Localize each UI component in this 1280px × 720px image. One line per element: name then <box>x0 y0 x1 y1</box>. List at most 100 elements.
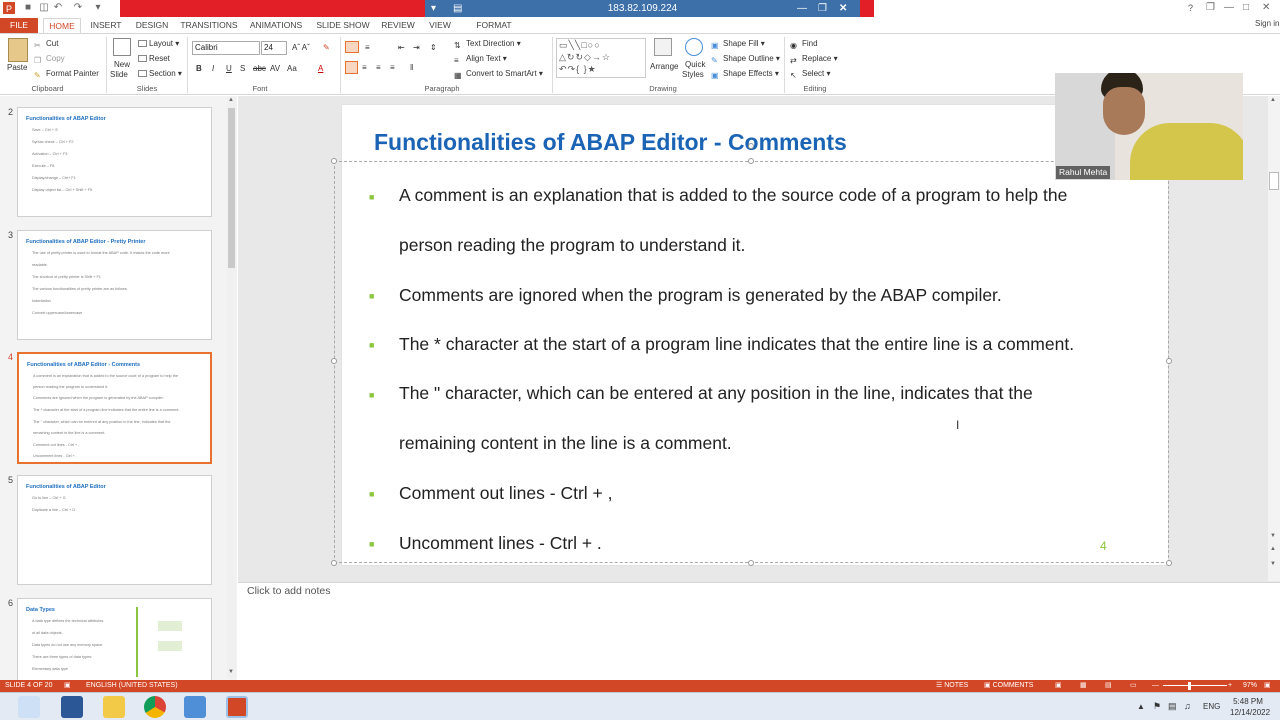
shape-outline-button[interactable]: ✎ Shape Outline ▾ <box>711 52 780 65</box>
align-left-icon[interactable] <box>345 61 358 74</box>
fit-slide-icon[interactable]: ▣ <box>1264 680 1271 692</box>
restore-remote-icon[interactable]: ❐ <box>818 0 827 17</box>
minimize-remote-icon[interactable]: — <box>797 0 807 17</box>
previous-slide-icon[interactable]: ▲ <box>1270 546 1276 552</box>
start-button-icon[interactable] <box>18 696 40 718</box>
italic-button[interactable]: I <box>212 62 214 75</box>
ribbon-options-icon[interactable]: ❐ <box>1206 2 1215 13</box>
zoom-level[interactable]: 97% <box>1243 680 1257 692</box>
bullet-text[interactable]: The * character at the start of a progra… <box>399 334 1074 355</box>
text-direction-button[interactable]: ⇅ Text Direction ▾ <box>454 37 521 50</box>
columns-icon[interactable]: ‖ <box>410 61 413 74</box>
normal-view-icon[interactable]: ▣ <box>1055 680 1062 692</box>
tab-animations[interactable]: ANIMATIONS <box>247 18 305 33</box>
resize-handle[interactable] <box>748 158 754 164</box>
underline-button[interactable]: U <box>226 62 232 75</box>
customize-toolbar-icon[interactable]: ▾ <box>92 2 104 14</box>
start-from-beginning-icon[interactable]: ◫ <box>38 2 50 14</box>
paste-icon[interactable] <box>8 38 28 62</box>
resize-handle[interactable] <box>1166 358 1172 364</box>
zoom-slider-track[interactable] <box>1163 685 1227 686</box>
tab-slide-show[interactable]: SLIDE SHOW <box>314 18 372 33</box>
clear-formatting-icon[interactable]: ✎ <box>323 41 330 54</box>
tray-flag-icon[interactable]: ⚑ <box>1153 701 1161 712</box>
help-button[interactable]: ? <box>1188 3 1193 13</box>
slide-title[interactable]: Functionalities of ABAP Editor - Comment… <box>374 129 847 156</box>
save-icon[interactable]: ■ <box>22 2 34 14</box>
undo-icon[interactable]: ↶ <box>52 2 64 14</box>
resize-handle[interactable] <box>331 358 337 364</box>
tab-design[interactable]: DESIGN <box>133 18 171 33</box>
tab-home[interactable]: HOME <box>43 18 81 33</box>
tray-network-icon[interactable]: ▤ <box>1168 701 1177 712</box>
bullet-text[interactable]: Comment out lines - Ctrl + , <box>399 483 612 504</box>
bold-button[interactable]: B <box>196 62 202 75</box>
clock-date[interactable]: 12/14/2022 <box>1230 708 1270 717</box>
bullet-text[interactable]: The " character, which can be entered at… <box>399 383 1033 404</box>
bullets-icon[interactable] <box>345 41 359 53</box>
shape-fill-button[interactable]: ▣ Shape Fill ▾ <box>711 37 765 50</box>
maximize-icon[interactable]: □ <box>1243 2 1249 13</box>
scroll-up-icon[interactable]: ▲ <box>228 97 234 103</box>
clock-time[interactable]: 5:48 PM <box>1230 697 1266 706</box>
section-button[interactable]: Section ▾ <box>138 67 182 80</box>
change-case-icon[interactable]: Aa <box>287 62 297 75</box>
rotate-handle[interactable] <box>748 143 754 149</box>
language-status[interactable]: ENGLISH (UNITED STATES) <box>86 680 178 692</box>
increase-indent-icon[interactable]: ⇥ <box>413 41 420 54</box>
bullet-text[interactable]: Uncomment lines - Ctrl + . <box>399 533 602 554</box>
comments-toggle[interactable]: ▣ COMMENTS <box>984 680 1033 692</box>
scroll-down-icon[interactable]: ▼ <box>228 669 234 675</box>
bullet-text[interactable]: A comment is an explanation that is adde… <box>399 185 1067 206</box>
copy-button[interactable]: ❐ Copy <box>34 52 65 65</box>
editor-scrollbar[interactable] <box>1268 96 1280 581</box>
select-button[interactable]: ↖ Select ▾ <box>790 67 830 80</box>
bullet-text[interactable]: remaining content in the line is a comme… <box>399 433 732 454</box>
resize-handle[interactable] <box>331 158 337 164</box>
cut-button[interactable]: ✂ Cut <box>34 37 58 50</box>
font-size-select[interactable]: 24 <box>261 41 287 55</box>
slide-thumbnail-2[interactable]: Functionalities of ABAP Editor Save – Ct… <box>17 107 212 217</box>
tab-insert[interactable]: INSERT <box>88 18 124 33</box>
format-painter-button[interactable]: ✎ Format Painter <box>34 67 99 80</box>
justify-icon[interactable]: ≡ <box>390 61 395 74</box>
file-explorer-icon[interactable] <box>103 696 125 718</box>
arrange-button[interactable]: Arrange <box>650 60 678 73</box>
grow-font-icon[interactable]: Aˆ Aˇ <box>292 41 310 54</box>
replace-button[interactable]: ⇄ Replace ▾ <box>790 52 838 65</box>
zoom-in-icon[interactable]: + <box>1228 680 1232 692</box>
slide-show-icon[interactable]: ▭ <box>1130 680 1137 692</box>
powerpoint-taskbar-icon[interactable] <box>226 696 248 718</box>
decrease-indent-icon[interactable]: ⇤ <box>398 41 405 54</box>
zoom-out-icon[interactable]: — <box>1152 680 1159 692</box>
align-text-button[interactable]: ≡ Align Text ▾ <box>454 52 507 65</box>
character-spacing-icon[interactable]: AV <box>270 62 280 75</box>
smartart-button[interactable]: ▦ Convert to SmartArt ▾ <box>454 67 543 80</box>
slide-thumbnail-4-selected[interactable]: Functionalities of ABAP Editor - Comment… <box>17 352 212 464</box>
scroll-up-icon[interactable]: ▲ <box>1270 97 1276 103</box>
strikethrough-button[interactable]: abc <box>253 62 266 75</box>
tab-file[interactable]: FILE <box>0 18 38 33</box>
align-right-icon[interactable]: ≡ <box>376 61 381 74</box>
input-language[interactable]: ENG <box>1203 702 1220 711</box>
minimize-icon[interactable]: — <box>1224 2 1234 13</box>
reading-view-icon[interactable]: ▤ <box>1105 680 1112 692</box>
chrome-icon[interactable] <box>144 696 166 718</box>
reset-button[interactable]: Reset <box>138 52 170 65</box>
close-icon[interactable]: ✕ <box>1262 2 1270 13</box>
new-slide-label-2[interactable]: Slide <box>110 68 128 81</box>
sap-logon-icon[interactable] <box>184 696 206 718</box>
quick-styles-icon[interactable] <box>685 38 703 56</box>
shadow-button[interactable]: S <box>240 62 245 75</box>
redo-icon[interactable]: ↷ <box>72 2 84 14</box>
tab-transitions[interactable]: TRANSITIONS <box>180 18 238 33</box>
font-color-icon[interactable]: A <box>318 62 323 75</box>
editor-scroll-thumb[interactable] <box>1269 172 1279 190</box>
powershell-icon[interactable] <box>61 696 83 718</box>
next-slide-icon[interactable]: ▼ <box>1270 561 1276 567</box>
close-remote-icon[interactable]: ✕ <box>839 0 847 17</box>
notes-pane[interactable] <box>238 582 1280 680</box>
resize-handle[interactable] <box>1166 560 1172 566</box>
bullet-text[interactable]: Comments are ignored when the program is… <box>399 285 1002 306</box>
shapes-gallery[interactable]: ▭╲╲□○○ △↻↻◇→☆ ↶↷{ }★ <box>556 38 646 78</box>
